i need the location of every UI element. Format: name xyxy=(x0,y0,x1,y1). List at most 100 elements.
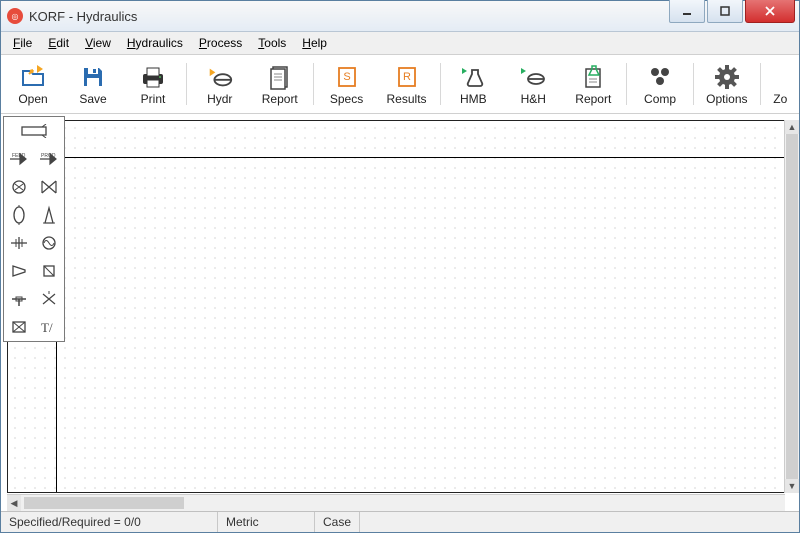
report2-button[interactable]: Report xyxy=(563,55,623,113)
vertical-scrollbar[interactable]: ▲ ▼ xyxy=(784,120,799,493)
maximize-button[interactable] xyxy=(707,0,743,23)
run-hydraulics-icon xyxy=(206,63,234,91)
report2-label: Report xyxy=(575,92,611,106)
tool-vessel-icon[interactable] xyxy=(4,201,34,229)
hydr-label: Hydr xyxy=(207,92,232,106)
tool-pump-icon[interactable] xyxy=(4,173,34,201)
canvas-hline xyxy=(56,157,784,158)
status-specified: Specified/Required = 0/0 xyxy=(1,512,218,532)
options-label: Options xyxy=(706,92,747,106)
status-case: Case xyxy=(315,512,360,532)
toolbar: Open Save Print Hydr Report S Specs R Re… xyxy=(1,55,799,114)
minimize-button[interactable] xyxy=(669,0,705,23)
tool-controlvalve-icon[interactable] xyxy=(34,285,64,313)
tool-reducer-icon[interactable] xyxy=(4,257,34,285)
toolbar-separator xyxy=(186,63,187,105)
zoom-button[interactable]: Zo xyxy=(764,55,797,113)
toolbox-palette: FEED PROD T/ xyxy=(3,116,65,342)
horizontal-scroll-thumb[interactable] xyxy=(24,497,184,509)
tool-instrument-icon[interactable] xyxy=(34,229,64,257)
results-label: Results xyxy=(387,92,427,106)
hh-button[interactable]: H&H xyxy=(503,55,563,113)
svg-text:PROD: PROD xyxy=(41,153,56,159)
close-button[interactable] xyxy=(745,0,795,23)
hydr-button[interactable]: Hydr xyxy=(190,55,250,113)
menu-hydraulics[interactable]: Hydraulics xyxy=(119,34,191,52)
close-icon xyxy=(763,5,777,17)
scroll-down-arrow-icon[interactable]: ▼ xyxy=(785,479,799,493)
hh-cylinder-icon xyxy=(519,63,547,91)
menu-file[interactable]: File xyxy=(5,34,40,52)
app-icon: ◎ xyxy=(7,8,23,24)
report-flask-icon xyxy=(579,63,607,91)
gear-icon xyxy=(713,63,741,91)
tool-tee-icon[interactable] xyxy=(4,285,34,313)
toolbar-separator xyxy=(760,63,761,105)
tool-box-icon[interactable] xyxy=(4,313,34,341)
open-label: Open xyxy=(18,92,47,106)
report1-button[interactable]: Report xyxy=(250,55,310,113)
report-document-icon xyxy=(266,63,294,91)
comp-label: Comp xyxy=(644,92,676,106)
results-button[interactable]: R Results xyxy=(377,55,437,113)
tool-feed-arrow-icon[interactable]: FEED xyxy=(4,145,34,173)
specs-label: Specs xyxy=(330,92,363,106)
svg-text:T/: T/ xyxy=(41,320,53,335)
options-button[interactable]: Options xyxy=(697,55,757,113)
tool-tower-icon[interactable] xyxy=(34,201,64,229)
toolbar-separator xyxy=(313,63,314,105)
hmb-button[interactable]: HMB xyxy=(443,55,503,113)
tool-pipe-icon[interactable] xyxy=(4,117,64,145)
tool-valve-icon[interactable] xyxy=(34,257,64,285)
toolbar-separator xyxy=(440,63,441,105)
maximize-icon xyxy=(719,5,731,17)
open-folder-icon xyxy=(19,63,47,91)
save-floppy-icon xyxy=(79,63,107,91)
hmb-flask-icon xyxy=(459,63,487,91)
open-button[interactable]: Open xyxy=(3,55,63,113)
menu-tools[interactable]: Tools xyxy=(250,34,294,52)
toolbar-separator xyxy=(693,63,694,105)
hmb-label: HMB xyxy=(460,92,487,106)
svg-text:FEED: FEED xyxy=(12,153,26,159)
scroll-left-arrow-icon[interactable]: ◀ xyxy=(7,495,21,511)
zoom-label: Zo xyxy=(773,92,787,106)
svg-text:R: R xyxy=(403,71,411,83)
zoom-icon xyxy=(766,63,794,91)
svg-text:S: S xyxy=(343,71,350,83)
main-window: ◎ KORF - Hydraulics File Edit View Hydra… xyxy=(0,0,800,533)
horizontal-scrollbar[interactable]: ◀ xyxy=(7,494,785,511)
comp-button[interactable]: Comp xyxy=(630,55,690,113)
results-icon: R xyxy=(393,63,421,91)
minimize-icon xyxy=(681,5,693,17)
toolbar-separator xyxy=(626,63,627,105)
window-controls xyxy=(669,1,799,31)
work-area: FEED PROD T/ ▲ ▼ ◀ xyxy=(1,114,799,511)
tool-prod-arrow-icon[interactable]: PROD xyxy=(34,145,64,173)
specs-icon: S xyxy=(333,63,361,91)
specs-button[interactable]: S Specs xyxy=(317,55,377,113)
menu-bar: File Edit View Hydraulics Process Tools … xyxy=(1,32,799,55)
tool-heatexchanger-icon[interactable] xyxy=(34,173,64,201)
components-icon xyxy=(646,63,674,91)
menu-process[interactable]: Process xyxy=(191,34,250,52)
menu-help[interactable]: Help xyxy=(294,34,335,52)
window-title: KORF - Hydraulics xyxy=(29,9,669,24)
vertical-scroll-thumb[interactable] xyxy=(786,134,798,479)
print-label: Print xyxy=(141,92,166,106)
report1-label: Report xyxy=(262,92,298,106)
hh-label: H&H xyxy=(521,92,546,106)
printer-icon xyxy=(139,63,167,91)
menu-view[interactable]: View xyxy=(77,34,119,52)
menu-edit[interactable]: Edit xyxy=(40,34,77,52)
status-bar: Specified/Required = 0/0 Metric Case xyxy=(1,511,799,532)
status-units: Metric xyxy=(218,512,315,532)
titlebar[interactable]: ◎ KORF - Hydraulics xyxy=(1,1,799,32)
tool-orifice-icon[interactable] xyxy=(4,229,34,257)
save-button[interactable]: Save xyxy=(63,55,123,113)
print-button[interactable]: Print xyxy=(123,55,183,113)
scroll-up-arrow-icon[interactable]: ▲ xyxy=(785,120,799,134)
save-label: Save xyxy=(79,92,106,106)
tool-text-icon[interactable]: T/ xyxy=(34,313,64,341)
drawing-canvas[interactable] xyxy=(7,120,785,493)
